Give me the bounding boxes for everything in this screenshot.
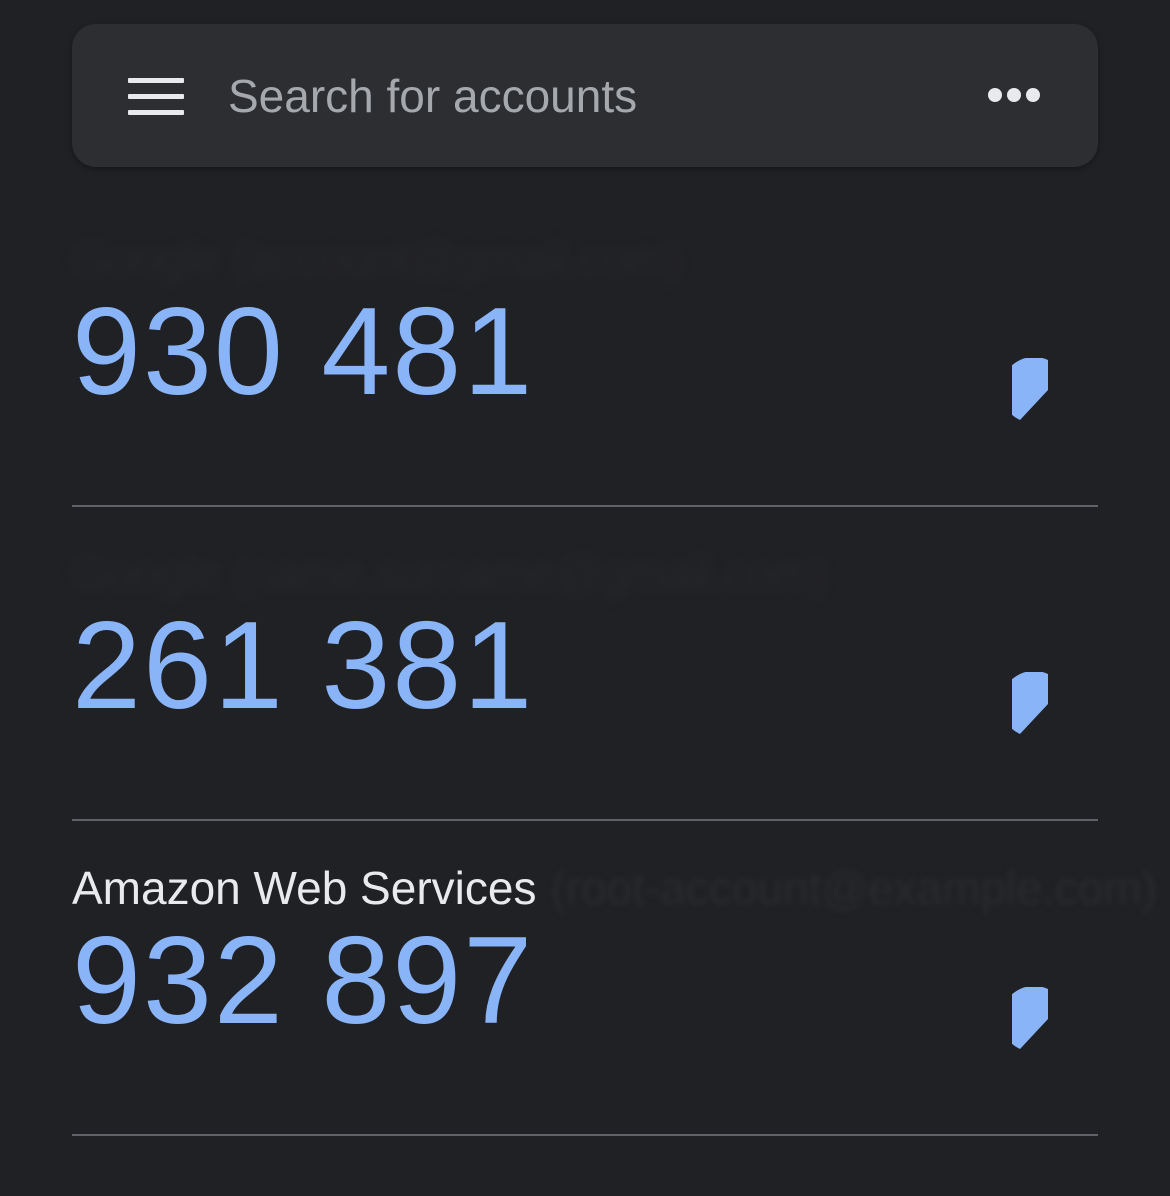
account-item[interactable]: Amazon Web Services (root-account@example…	[72, 821, 1157, 1136]
account-item[interactable]: Google (name.surname@gmail.com) 261 381	[72, 506, 1098, 821]
hamburger-menu-icon[interactable]	[128, 78, 184, 116]
countdown-timer-icon	[1012, 672, 1048, 734]
otp-code[interactable]: 261 381	[72, 604, 534, 728]
countdown-timer-icon	[1012, 987, 1048, 1049]
otp-code[interactable]: 930 481	[72, 290, 534, 414]
search-input[interactable]	[228, 58, 948, 134]
account-item[interactable]: Google (account@gmail.com) 930 481	[72, 192, 1098, 507]
countdown-timer-icon	[1012, 358, 1048, 420]
search-bar	[72, 24, 1098, 167]
more-horizontal-icon[interactable]	[988, 86, 1040, 106]
account-name: Amazon Web Services (root-account@example…	[72, 861, 1157, 915]
account-name-redacted: Google (account@gmail.com)	[72, 233, 682, 285]
issuer-name: Amazon Web Services	[72, 862, 537, 914]
otp-code[interactable]: 932 897	[72, 919, 534, 1043]
divider	[72, 1134, 1098, 1136]
account-id-redacted: (root-account@example.com)	[550, 862, 1158, 914]
account-name-redacted: Google (name.surname@gmail.com)	[72, 547, 827, 599]
